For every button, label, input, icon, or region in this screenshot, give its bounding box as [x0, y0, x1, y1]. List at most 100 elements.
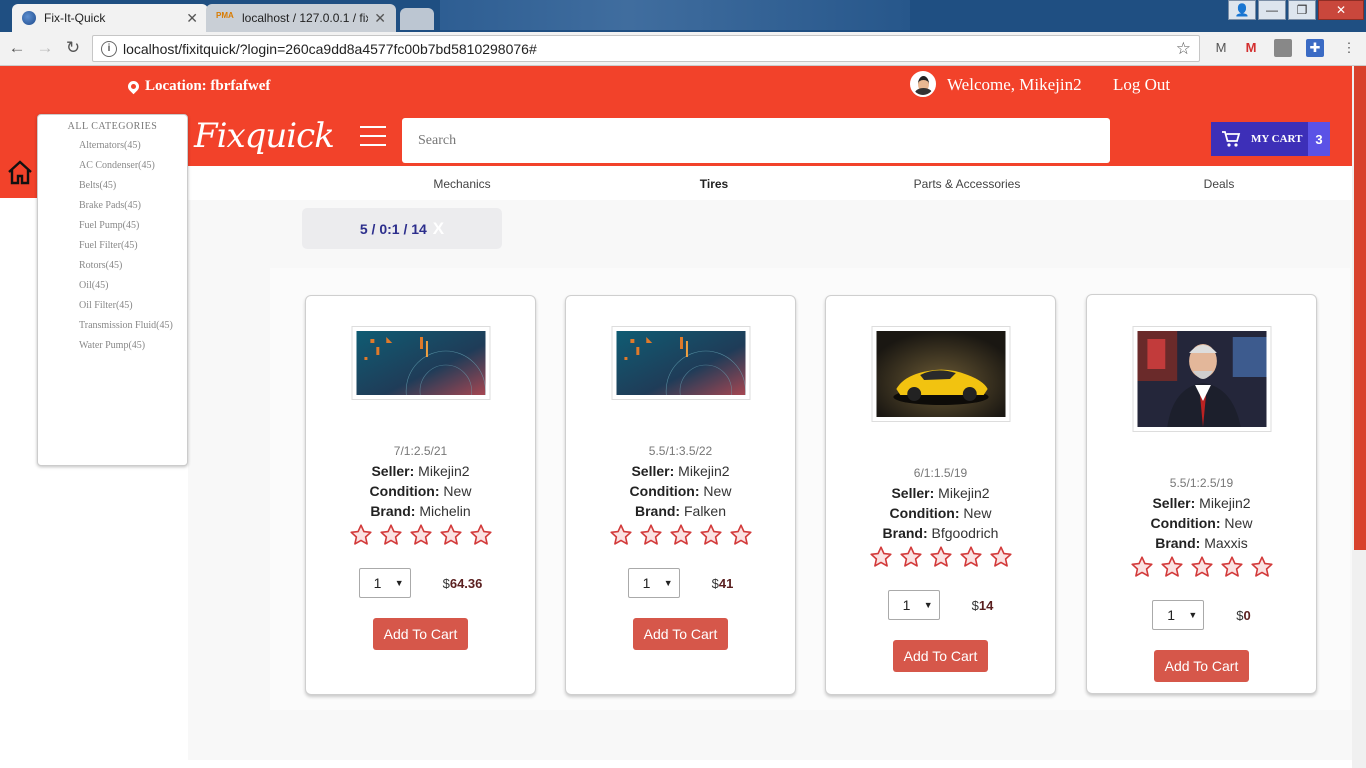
- user-icon[interactable]: 👤: [1228, 0, 1256, 20]
- extension-icon[interactable]: [1274, 39, 1292, 57]
- location-text: Location: fbrfafwef: [145, 78, 271, 94]
- brand-line: Brand: Falken: [566, 501, 795, 521]
- new-tab-button[interactable]: [400, 8, 434, 30]
- nav-item-parts-accessories[interactable]: Parts & Accessories: [914, 177, 1021, 191]
- star-icon[interactable]: [1220, 555, 1244, 582]
- condition-value: New: [1224, 515, 1253, 531]
- tab-close-icon[interactable]: ✕: [186, 10, 198, 27]
- scrollbar-thumb[interactable]: [1354, 66, 1366, 550]
- category-item[interactable]: Rotors(45): [38, 256, 187, 276]
- category-item[interactable]: Belts(45): [38, 176, 187, 196]
- home-button[interactable]: [0, 146, 40, 198]
- star-icon[interactable]: [1160, 555, 1184, 582]
- star-icon[interactable]: [639, 523, 663, 550]
- product-image[interactable]: [871, 326, 1010, 422]
- category-item[interactable]: Transmission Fluid(45): [38, 316, 187, 336]
- search-input[interactable]: [402, 118, 1110, 163]
- tab-close-icon[interactable]: ✕: [374, 10, 386, 27]
- site-header: Location: fbrfafwef Welcome, Mikejin2 Lo…: [0, 66, 1366, 166]
- brand-label: Brand:: [882, 525, 928, 541]
- category-item[interactable]: Fuel Pump(45): [38, 216, 187, 236]
- quantity-select[interactable]: 1 ▼: [358, 568, 411, 598]
- add-to-cart-button[interactable]: Add To Cart: [892, 640, 989, 672]
- category-item[interactable]: Brake Pads(45): [38, 196, 187, 216]
- star-icon[interactable]: [699, 523, 723, 550]
- product-image[interactable]: [611, 326, 750, 432]
- rating-stars[interactable]: [1087, 555, 1316, 582]
- my-cart-button[interactable]: MY CART 3: [1211, 122, 1330, 156]
- star-icon[interactable]: [729, 523, 753, 550]
- rating-stars[interactable]: [306, 523, 535, 550]
- product-image[interactable]: [1132, 326, 1271, 432]
- star-icon[interactable]: [1190, 555, 1214, 582]
- category-item[interactable]: Oil Filter(45): [38, 296, 187, 316]
- chevron-down-icon: ▼: [1188, 610, 1198, 620]
- info-icon[interactable]: i: [101, 40, 117, 57]
- puzzle-icon[interactable]: ✚: [1306, 39, 1324, 57]
- category-item[interactable]: Fuel Filter(45): [38, 236, 187, 256]
- nav-item-deals[interactable]: Deals: [1204, 177, 1235, 191]
- tab-title: localhost / 127.0.0.1 / fix: [242, 11, 369, 25]
- rating-stars[interactable]: [826, 545, 1055, 572]
- star-icon[interactable]: [609, 523, 633, 550]
- hamburger-menu-icon[interactable]: [360, 126, 386, 146]
- product-price: $0: [1236, 608, 1250, 623]
- star-icon[interactable]: [349, 523, 373, 550]
- forward-arrow-icon[interactable]: →: [34, 38, 56, 58]
- window-controls: 👤 — ❐ ✕: [1226, 0, 1364, 20]
- nav-item-mechanics[interactable]: Mechanics: [433, 177, 490, 191]
- site-logo[interactable]: Fixquick: [194, 116, 335, 156]
- browser-toolbar: ← → ↻ i localhost/fixitquick/?login=260c…: [0, 32, 1366, 66]
- category-item[interactable]: AC Condenser(45): [38, 156, 187, 176]
- bookmark-star-icon[interactable]: ☆: [1176, 39, 1191, 59]
- logout-link[interactable]: Log Out: [1113, 75, 1170, 95]
- star-icon[interactable]: [669, 523, 693, 550]
- star-icon[interactable]: [959, 545, 983, 572]
- gmail-red-icon[interactable]: M: [1242, 39, 1260, 57]
- star-icon[interactable]: [1250, 555, 1274, 582]
- filter-chip: 5 / 0:1 / 14 X: [302, 208, 502, 249]
- star-icon[interactable]: [469, 523, 493, 550]
- browser-tab-active[interactable]: Fix-It-Quick ✕: [12, 4, 208, 32]
- category-item[interactable]: Oil(45): [38, 276, 187, 296]
- maximize-icon[interactable]: ❐: [1288, 0, 1316, 20]
- menu-dots-icon[interactable]: ⋮: [1340, 39, 1358, 57]
- reload-icon[interactable]: ↻: [62, 38, 84, 58]
- cart-count-badge: 3: [1308, 122, 1330, 156]
- gmail-icon[interactable]: M: [1212, 39, 1230, 57]
- window-close-icon[interactable]: ✕: [1318, 0, 1364, 20]
- condition-label: Condition:: [369, 483, 440, 499]
- quantity-price-row: 1 ▼ $64.36: [306, 568, 535, 598]
- welcome-text: Welcome, Mikejin2: [947, 75, 1082, 94]
- star-icon[interactable]: [869, 545, 893, 572]
- star-icon[interactable]: [1130, 555, 1154, 582]
- minimize-icon[interactable]: —: [1258, 0, 1286, 20]
- star-icon[interactable]: [379, 523, 403, 550]
- filter-remove-button[interactable]: X: [433, 219, 444, 239]
- star-icon[interactable]: [439, 523, 463, 550]
- star-icon[interactable]: [899, 545, 923, 572]
- back-arrow-icon[interactable]: ←: [6, 38, 28, 58]
- location-display[interactable]: Location: fbrfafwef: [125, 78, 271, 95]
- add-to-cart-button[interactable]: Add To Cart: [632, 618, 729, 650]
- add-to-cart-button[interactable]: Add To Cart: [1153, 650, 1250, 682]
- star-icon[interactable]: [929, 545, 953, 572]
- product-details: 7/1:2.5/21 Seller: Mikejin2 Condition: New…: [306, 444, 535, 650]
- avatar[interactable]: [910, 71, 936, 97]
- brand-line: Brand: Bfgoodrich: [826, 523, 1055, 543]
- address-bar[interactable]: i localhost/fixitquick/?login=260ca9dd8a…: [92, 35, 1200, 62]
- star-icon[interactable]: [989, 545, 1013, 572]
- quantity-select[interactable]: 1 ▼: [887, 590, 940, 620]
- quantity-select[interactable]: 1 ▼: [627, 568, 680, 598]
- quantity-select[interactable]: 1 ▼: [1152, 600, 1205, 630]
- add-to-cart-button[interactable]: Add To Cart: [372, 618, 469, 650]
- nav-item-tires[interactable]: Tires: [700, 177, 728, 191]
- browser-tab-inactive[interactable]: PMA localhost / 127.0.0.1 / fix ✕: [206, 4, 396, 32]
- product-image[interactable]: [351, 326, 490, 432]
- category-item[interactable]: Water Pump(45): [38, 336, 187, 356]
- scrollbar[interactable]: [1352, 66, 1366, 768]
- star-icon[interactable]: [409, 523, 433, 550]
- price-value: 14: [978, 597, 994, 613]
- rating-stars[interactable]: [566, 523, 795, 550]
- category-item[interactable]: Alternators(45): [38, 136, 187, 156]
